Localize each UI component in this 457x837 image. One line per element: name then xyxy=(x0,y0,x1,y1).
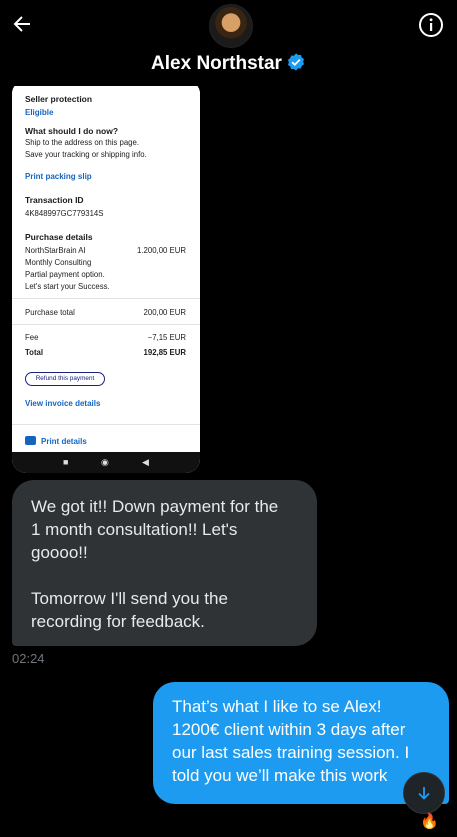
recents-icon: ■ xyxy=(63,457,69,467)
what-to-do-line1: Ship to the address on this page. xyxy=(25,138,139,147)
transaction-id: 4K848997GC779314S xyxy=(25,209,104,218)
printer-icon xyxy=(25,436,36,445)
divider xyxy=(12,424,200,425)
outgoing-message-text: That’s what I like to se Alex! 1200€ cli… xyxy=(172,697,410,785)
item-line4: Let's start your Success. xyxy=(25,282,110,291)
refund-payment-button: Refund this payment xyxy=(25,372,105,386)
item-amount: 1.200,00 EUR xyxy=(137,246,186,255)
view-invoice-link: View invoice details xyxy=(25,399,101,408)
seller-protection-label: Seller protection xyxy=(25,94,93,104)
home-icon: ◉ xyxy=(101,457,109,467)
back-arrow-icon[interactable] xyxy=(10,12,34,36)
purchase-details-label: Purchase details xyxy=(25,232,93,242)
fee-label: Fee xyxy=(25,333,39,342)
total-label: Total xyxy=(25,348,44,357)
item-name: NorthStarBrain AI xyxy=(25,246,86,255)
seller-protection-value: Eligible xyxy=(25,108,54,117)
print-details-link: Print details xyxy=(41,437,87,446)
divider xyxy=(12,324,200,325)
print-packing-slip-link: Print packing slip xyxy=(25,172,92,181)
what-to-do-label: What should I do now? xyxy=(25,126,119,136)
incoming-message-bubble[interactable]: We got it!! Down payment for the 1 month… xyxy=(12,480,317,646)
payment-details-document: Seller protection Eligible What should I… xyxy=(12,80,200,452)
divider xyxy=(12,298,200,299)
contact-name-row[interactable]: Alex Northstar xyxy=(0,52,457,75)
payment-screenshot-image[interactable]: Seller protection Eligible What should I… xyxy=(12,80,200,473)
message-timestamp: 02:24 xyxy=(12,651,45,666)
incoming-message-text: We got it!! Down payment for the 1 month… xyxy=(31,497,279,631)
purchase-total-value: 200,00 EUR xyxy=(143,308,186,317)
item-line3: Partial payment option. xyxy=(25,270,105,279)
verified-badge-icon xyxy=(287,53,304,71)
arrow-down-icon xyxy=(418,787,430,800)
purchase-total-label: Purchase total xyxy=(25,308,75,317)
fee-value: −7,15 EUR xyxy=(147,333,186,342)
conversation-header: Alex Northstar xyxy=(0,0,457,86)
total-value: 192,85 EUR xyxy=(143,348,186,357)
info-icon[interactable] xyxy=(418,12,444,38)
back-triangle-icon: ◀ xyxy=(142,457,149,467)
avatar[interactable] xyxy=(209,4,253,48)
item-line2: Monthly Consulting xyxy=(25,258,92,267)
what-to-do-line2: Save your tracking or shipping info. xyxy=(25,150,147,159)
scroll-to-bottom-button[interactable] xyxy=(403,772,445,814)
contact-name: Alex Northstar xyxy=(151,53,282,74)
fire-reaction-emoji[interactable]: 🔥 xyxy=(420,812,439,830)
transaction-label: Transaction ID xyxy=(25,195,84,205)
android-nav-bar: ■ ◉ ◀ xyxy=(12,452,200,473)
